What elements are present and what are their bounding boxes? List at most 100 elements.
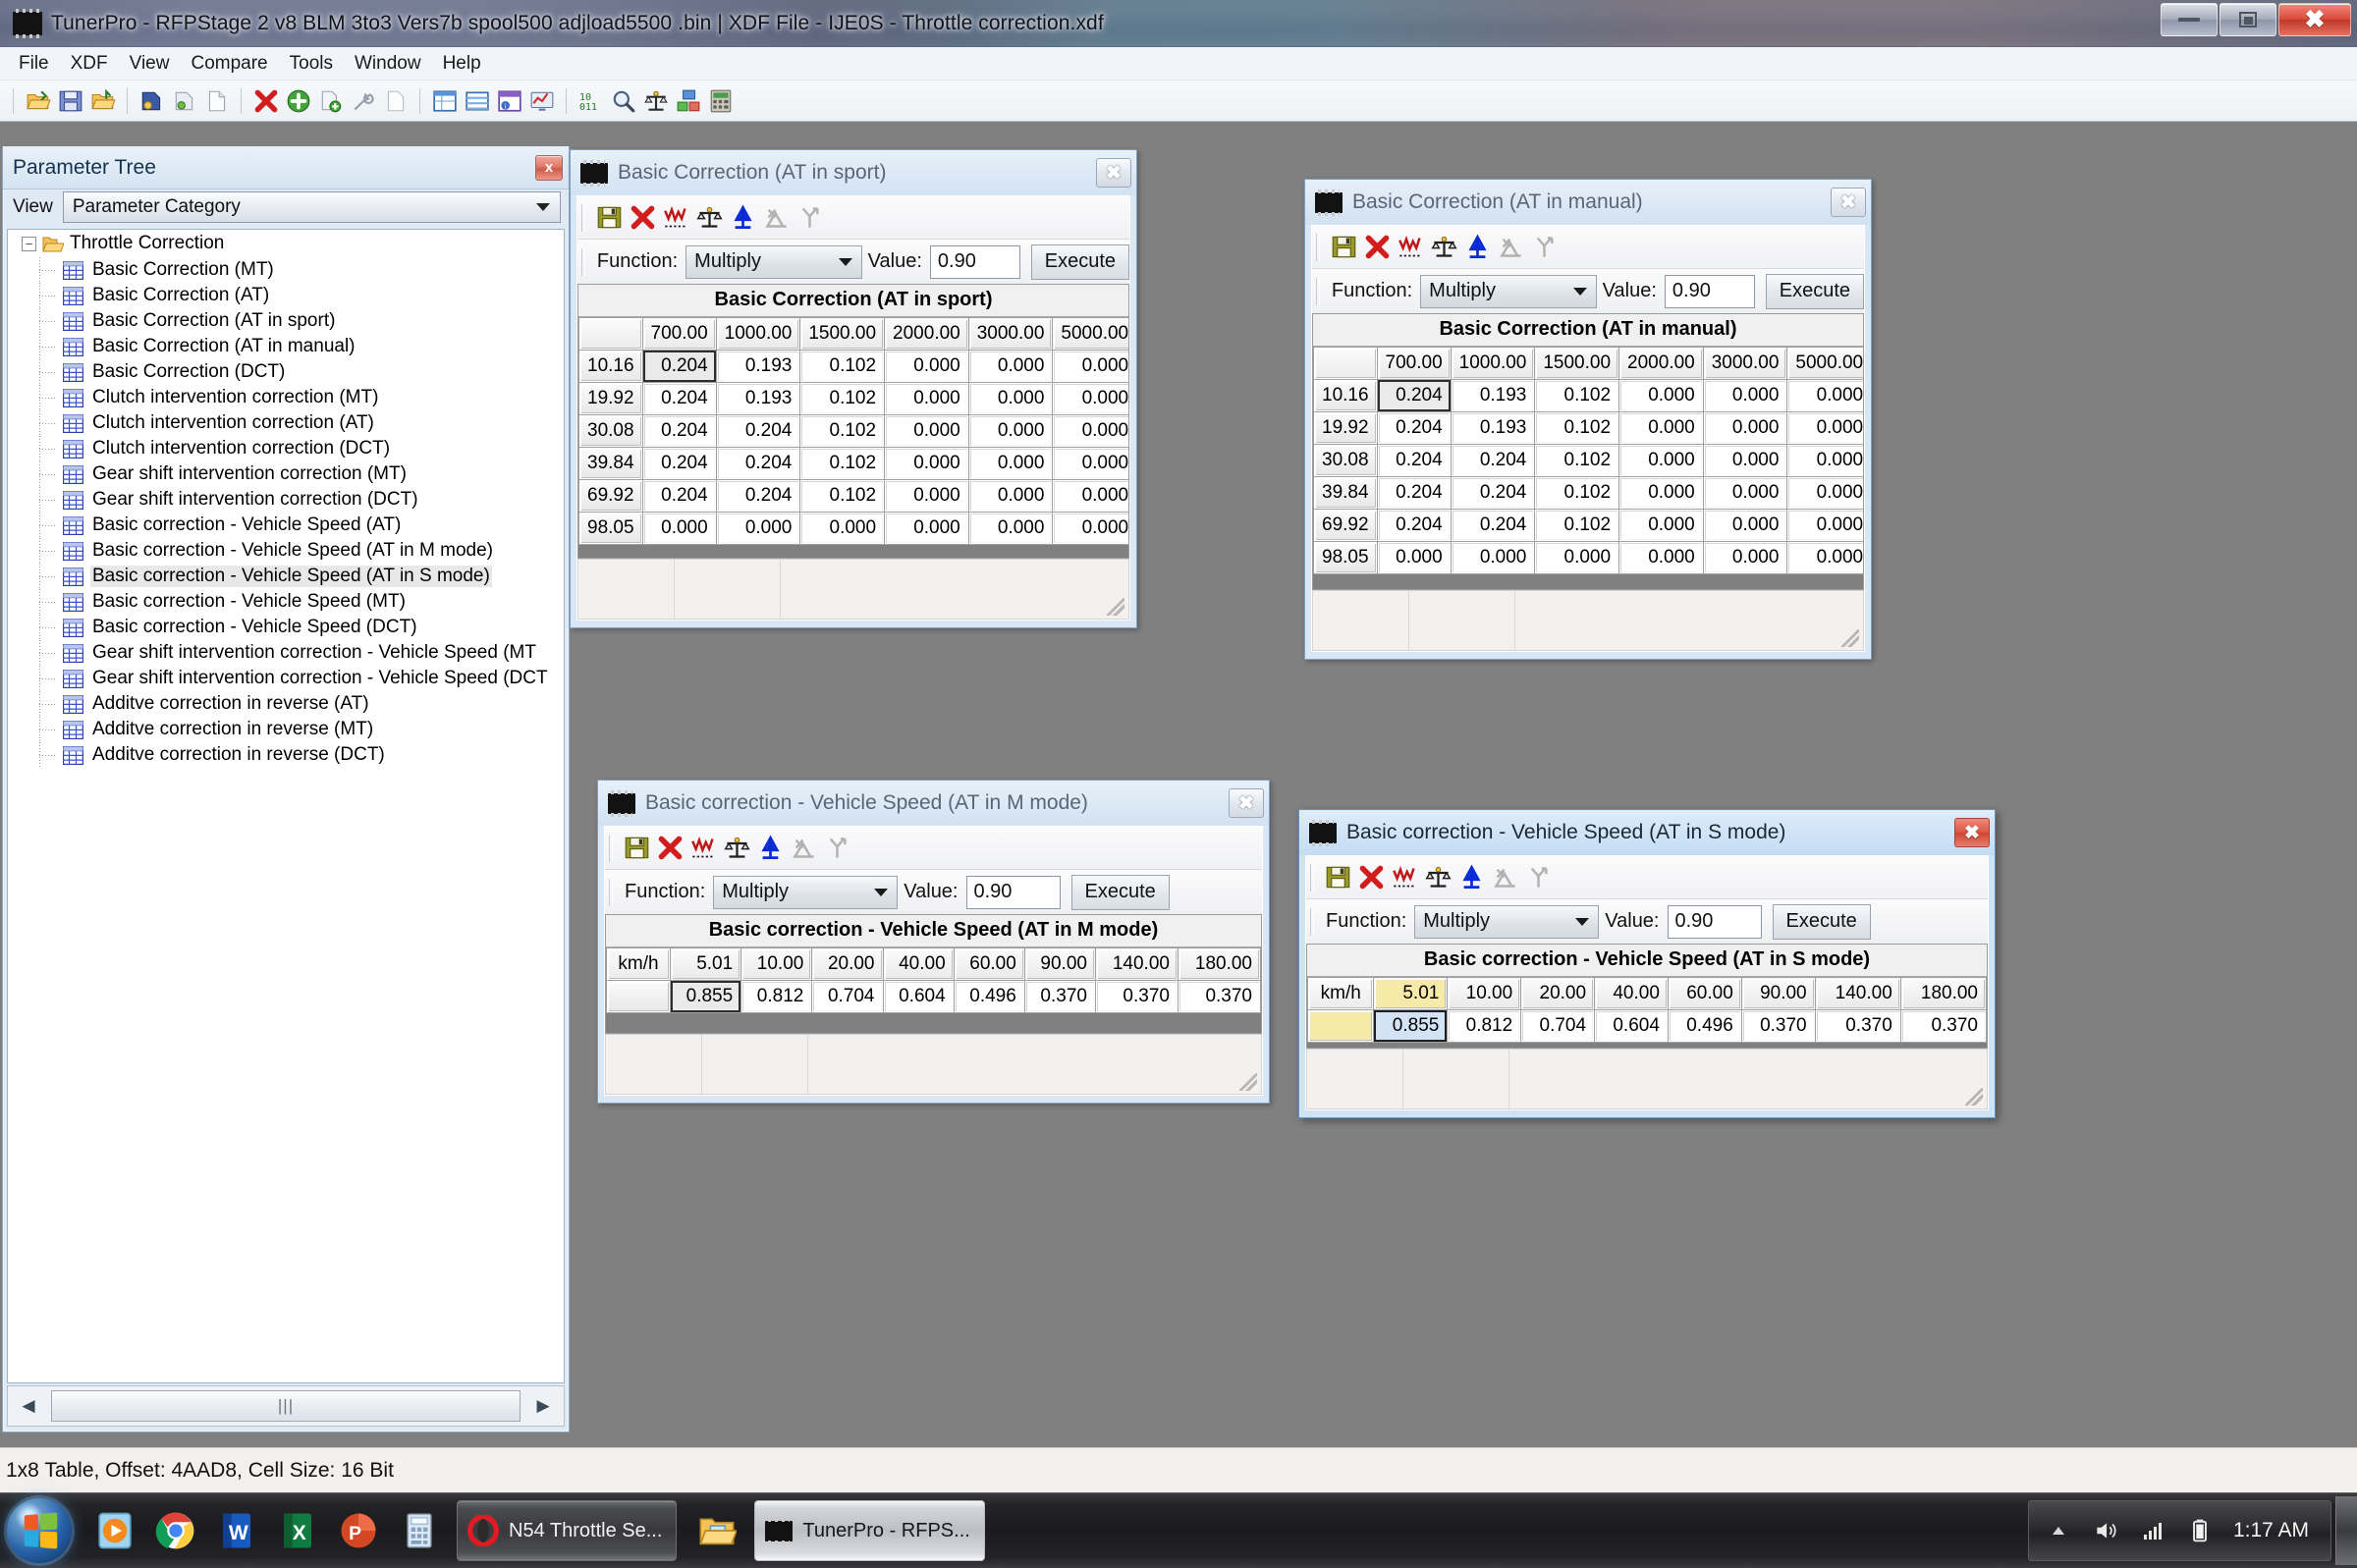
cell-2-2[interactable]: 0.102	[1535, 445, 1619, 476]
mdi-window-speed-m-mode[interactable]: Basic correction - Vehicle Speed (AT in …	[597, 780, 1270, 1104]
cell-5-3[interactable]: 0.000	[885, 513, 968, 544]
scale-icon[interactable]	[1455, 862, 1487, 893]
cell-1-0[interactable]: 0.204	[642, 383, 716, 414]
row-header-0[interactable]	[1308, 1010, 1374, 1042]
cell-1-4[interactable]: 0.000	[1703, 412, 1787, 444]
cell-1-2[interactable]: 0.102	[1535, 412, 1619, 444]
scroll-left-icon[interactable]: ◀	[8, 1386, 49, 1426]
new-doc-icon[interactable]	[201, 85, 232, 116]
battery-icon[interactable]	[2176, 1501, 2223, 1560]
cell-2-2[interactable]: 0.102	[800, 415, 885, 447]
row-header-1[interactable]: 19.92	[1314, 412, 1377, 444]
compare-icon[interactable]	[640, 85, 671, 116]
data-table[interactable]: 700.00 1000.00 1500.00 2000.00 3000.00 5000.0…	[1313, 347, 1863, 574]
tree-item-17[interactable]: Additve correction in reverse (AT)	[8, 691, 564, 717]
cell-1-3[interactable]: 0.000	[885, 383, 968, 414]
cell-0-5[interactable]: 0.000	[1053, 351, 1128, 382]
column-header-1[interactable]: 1000.00	[1451, 348, 1535, 379]
cell-2-0[interactable]: 0.204	[1377, 445, 1451, 476]
column-header-1[interactable]: 10.00	[1448, 978, 1521, 1009]
revert-icon[interactable]	[627, 202, 658, 234]
cell-0-2[interactable]: 0.102	[800, 351, 885, 382]
mdi-close-button[interactable]: ✖	[1831, 188, 1866, 217]
cell-4-2[interactable]: 0.102	[800, 480, 885, 512]
cell-1-3[interactable]: 0.000	[1619, 412, 1703, 444]
column-header-0[interactable]: 5.01	[671, 948, 741, 980]
media-player-icon[interactable]	[84, 1498, 145, 1563]
cell-0-1[interactable]: 0.193	[716, 351, 800, 382]
cell-5-5[interactable]: 0.000	[1053, 513, 1128, 544]
graph-icon[interactable]	[687, 833, 719, 864]
cell-4-3[interactable]: 0.000	[885, 480, 968, 512]
cell-0-5[interactable]: 0.370	[1741, 1010, 1815, 1042]
maximize-button[interactable]	[2220, 3, 2276, 36]
function-select[interactable]: Multiply	[685, 244, 862, 279]
cell-0-5[interactable]: 0.370	[1024, 981, 1095, 1012]
column-header-0[interactable]: 700.00	[642, 318, 716, 350]
cell-4-4[interactable]: 0.000	[968, 480, 1053, 512]
toolbar-grip[interactable]	[1316, 233, 1320, 261]
row-header-2[interactable]: 30.08	[1314, 445, 1377, 476]
cell-1-5[interactable]: 0.000	[1787, 412, 1863, 444]
row-header-0[interactable]	[607, 981, 671, 1012]
menu-file[interactable]: File	[8, 49, 60, 79]
column-header-2[interactable]: 1500.00	[1535, 348, 1619, 379]
search-icon[interactable]	[608, 85, 638, 116]
cell-0-7[interactable]: 0.370	[1900, 1010, 1986, 1042]
cell-1-1[interactable]: 0.193	[1451, 412, 1535, 444]
tree-item-1[interactable]: Basic Correction (AT)	[8, 283, 564, 308]
cell-4-3[interactable]: 0.000	[1619, 510, 1703, 541]
cell-0-4[interactable]: 0.496	[954, 981, 1024, 1012]
tree-item-7[interactable]: Clutch intervention correction (DCT)	[8, 436, 564, 461]
scale-icon[interactable]	[1461, 232, 1493, 263]
resize-grip[interactable]	[1107, 598, 1124, 616]
save-table-icon[interactable]	[593, 202, 625, 234]
cell-3-3[interactable]: 0.000	[885, 448, 968, 479]
cell-3-3[interactable]: 0.000	[1619, 477, 1703, 509]
row-header-4[interactable]: 69.92	[1314, 510, 1377, 541]
cell-4-5[interactable]: 0.000	[1053, 480, 1128, 512]
cell-0-3[interactable]: 0.604	[1595, 1010, 1668, 1042]
cell-3-4[interactable]: 0.000	[968, 448, 1053, 479]
properties-icon[interactable]	[348, 85, 378, 116]
column-header-4[interactable]: 60.00	[954, 948, 1024, 980]
network-icon[interactable]	[2129, 1501, 2176, 1560]
value-input[interactable]: 0.90	[1664, 274, 1755, 308]
cell-2-1[interactable]: 0.204	[716, 415, 800, 447]
column-header-0[interactable]: 700.00	[1377, 348, 1451, 379]
execute-button[interactable]: Execute	[1030, 243, 1129, 280]
cell-4-1[interactable]: 0.204	[716, 480, 800, 512]
funcbar-grip[interactable]	[1316, 277, 1320, 305]
cell-0-3[interactable]: 0.000	[1619, 380, 1703, 411]
revert-icon[interactable]	[654, 833, 685, 864]
value-input[interactable]: 0.90	[929, 244, 1020, 279]
graph-view-icon[interactable]	[526, 85, 557, 116]
column-header-3[interactable]: 40.00	[883, 948, 954, 980]
emulate-icon[interactable]	[169, 85, 199, 116]
chrome-icon[interactable]	[145, 1498, 206, 1563]
scroll-right-icon[interactable]: ▶	[522, 1386, 564, 1426]
cell-3-4[interactable]: 0.000	[1703, 477, 1787, 509]
tree-item-18[interactable]: Additve correction in reverse (MT)	[8, 717, 564, 742]
tree-item-0[interactable]: Basic Correction (MT)	[8, 257, 564, 283]
cell-0-4[interactable]: 0.000	[968, 351, 1053, 382]
menu-xdf[interactable]: XDF	[60, 49, 119, 79]
save-table-icon[interactable]	[1328, 232, 1359, 263]
cell-3-5[interactable]: 0.000	[1787, 477, 1863, 509]
cell-2-4[interactable]: 0.000	[1703, 445, 1787, 476]
cell-4-1[interactable]: 0.204	[1451, 510, 1535, 541]
resize-grip[interactable]	[1965, 1088, 1983, 1106]
cell-1-4[interactable]: 0.000	[968, 383, 1053, 414]
cell-0-2[interactable]: 0.704	[1521, 1010, 1595, 1042]
parameter-tree-hscrollbar[interactable]: ◀ ||| ▶	[7, 1385, 565, 1427]
data-table[interactable]: 700.00 1000.00 1500.00 2000.00 3000.00 5000.0…	[578, 317, 1128, 545]
scale-icon[interactable]	[754, 833, 786, 864]
cell-1-0[interactable]: 0.204	[1377, 412, 1451, 444]
column-header-3[interactable]: 2000.00	[885, 318, 968, 350]
taskbar-button-tunerpro[interactable]: TunerPro - RFPS...	[754, 1500, 985, 1561]
cell-2-5[interactable]: 0.000	[1787, 445, 1863, 476]
mdi-window-at-in-manual[interactable]: Basic Correction (AT in manual) ✖ Function…	[1304, 179, 1872, 660]
save-table-icon[interactable]	[1322, 862, 1353, 893]
menu-compare[interactable]: Compare	[180, 49, 278, 79]
column-header-7[interactable]: 180.00	[1178, 948, 1260, 980]
